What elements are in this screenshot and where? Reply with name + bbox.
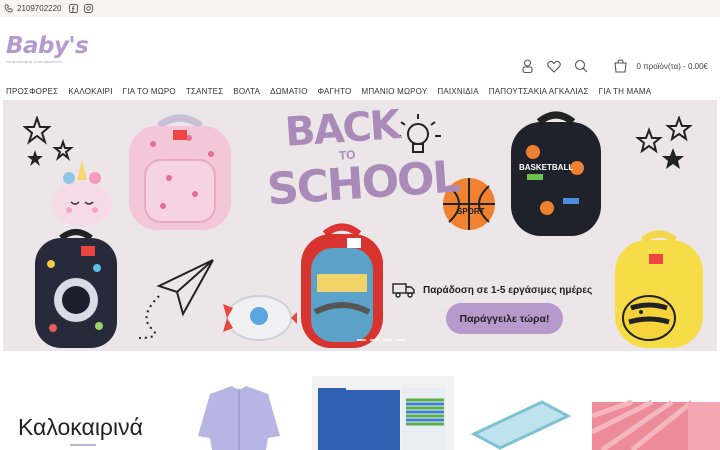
space-backpack-image [35,229,117,348]
carousel-dot[interactable] [357,339,366,341]
product-card[interactable] [592,376,720,450]
product-card[interactable] [312,376,454,450]
pink-backpack-image [129,114,231,230]
logo-wordmark: Baby's [6,33,89,59]
product-card[interactable] [180,376,298,450]
nav-item-offers[interactable]: ΠΡΟΣΦΟΡΕΣ [6,87,68,96]
city-backpack-image [301,223,383,348]
search-icon[interactable] [574,59,588,73]
carousel-dot[interactable] [370,339,379,341]
delivery-text: Παράδοση σε 1-5 εργάσιμες ημέρες [423,284,593,296]
nav-item-room[interactable]: ΔΩΜΑΤΙΟ [270,87,317,96]
carousel-dot[interactable] [383,339,392,341]
nav-item-for-mom[interactable]: ΓΙΑ ΤΗ ΜΑΜΑ [599,87,662,96]
rocket-bag-image [223,295,297,341]
hero-banner[interactable]: SPORT BASKETBALL BACK TO SCHOOL Παράδοση… [3,100,717,351]
carousel-indicators [357,339,405,341]
svg-text:BASKETBALL: BASKETBALL [519,163,573,172]
logo-tagline: YOUR FAVORITE CLUB PRODUCTS [6,60,63,64]
phone-icon [4,4,13,13]
nav-item-bags[interactable]: ΤΣΑΝΤΕΣ [186,87,234,96]
delivery-truck-icon [392,283,415,298]
nav-item-toys[interactable]: ΠΑΙΧΝΙΔΙΑ [437,87,488,96]
product-image [470,400,572,450]
carousel-dot[interactable] [396,339,405,341]
product-image [592,399,720,450]
paper-plane-icon [138,259,214,339]
header-actions: 0 προϊόν(τα) - 0.00€ [520,59,708,73]
back-to-school-headline: BACK TO SCHOOL [265,102,460,226]
section-title-underline [70,444,96,446]
cart-icon[interactable] [613,59,627,73]
nav-item-booties[interactable]: ΠΑΠΟΥΤΣΑΚΙΑ ΑΓΚΑΛΙΑΣ [489,87,599,96]
instagram-icon[interactable] [83,4,93,13]
site-logo[interactable]: Baby's YOUR FAVORITE CLUB PRODUCTS [6,33,89,85]
main-navigation: ΠΡΟΣΦΟΡΕΣ ΚΑΛΟΚΑΙΡΙ ΓΙΑ ΤΟ ΜΩΡΟ ΤΣΑΝΤΕΣ … [0,83,720,100]
heart-icon[interactable] [547,59,562,73]
svg-text:SPORT: SPORT [457,207,485,216]
site-header: Baby's YOUR FAVORITE CLUB PRODUCTS 0 προ… [0,17,720,83]
star-decoration-icon [635,116,693,169]
user-icon[interactable] [520,59,534,73]
facebook-icon[interactable] [68,4,78,13]
nav-item-summer[interactable]: ΚΑΛΟΚΑΙΡΙ [68,87,122,96]
nav-item-stroll[interactable]: ΒΟΛΤΑ [233,87,270,96]
cart-summary[interactable]: 0 προϊόν(τα) - 0.00€ [636,62,708,71]
nav-item-for-baby[interactable]: ΓΙΑ ΤΟ ΜΩΡΟ [123,87,186,96]
top-bar: 2109702220 [0,0,720,17]
product-image [198,386,280,450]
phone-number[interactable]: 2109702220 [17,4,62,13]
nav-item-food[interactable]: ΦΑΓΗΤΟ [318,87,362,96]
order-now-button[interactable]: Παράγγειλε τώρα! [446,303,563,334]
section-title: Καλοκαιρινά [18,414,143,440]
delivery-notice: Παράδοση σε 1-5 εργάσιμες ημέρες [392,282,592,298]
headline-school: SCHOOL [265,151,461,216]
bee-backpack-image [615,230,703,348]
basketball-backpack-image: BASKETBALL [511,111,601,236]
nav-item-baby-bath[interactable]: ΜΠΑΝΙΟ ΜΩΡΟΥ [361,87,437,96]
product-image [318,388,446,450]
product-card[interactable] [466,376,580,450]
unicorn-bag-image [52,160,112,226]
